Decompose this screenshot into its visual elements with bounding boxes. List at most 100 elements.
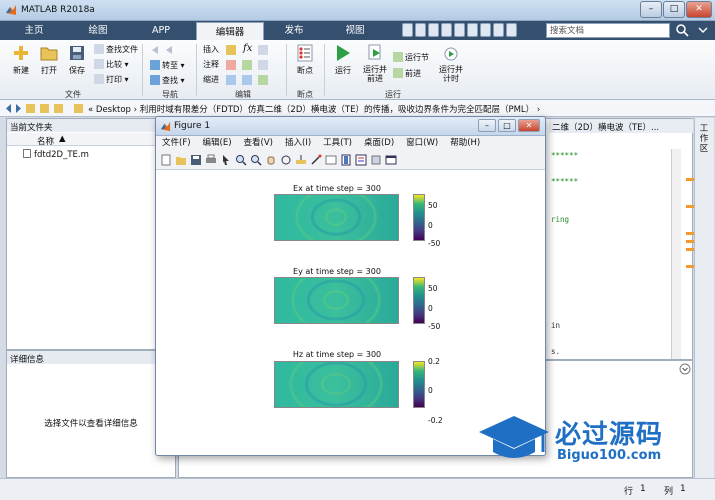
undo-icon[interactable] [454,23,465,37]
panel-menu-icon[interactable] [679,363,691,375]
run-section-button[interactable]: 运行节 [393,52,429,64]
tab-view[interactable]: 视图 [326,21,384,40]
matlab-logo-icon [6,5,16,15]
code-analyzer-marker[interactable] [686,240,694,243]
menu-view[interactable]: 查看(V) [238,136,279,151]
print-button[interactable]: 打印 ▾ [94,74,129,86]
compare-button[interactable]: 比较 ▾ [94,59,129,71]
rotate-3d-icon[interactable] [280,154,292,166]
chevron-down-icon[interactable] [694,22,712,38]
code-analyzer-marker[interactable] [686,232,694,235]
redo-icon[interactable] [467,23,478,37]
hide-tools-icon[interactable] [370,154,382,166]
open-button[interactable]: 打开 [34,44,64,76]
close-button[interactable]: ✕ [686,1,712,18]
new-figure-icon[interactable] [160,154,172,166]
copy-icon[interactable] [428,23,439,37]
fx-button[interactable]: fx [243,43,252,54]
menu-tools[interactable]: 工具(T) [317,136,358,151]
switch-windows-icon[interactable] [480,23,491,37]
address-path[interactable]: « Desktop › 利用时域有限差分（FDTD）仿真二维（2D）横电波（TE… [88,103,540,115]
paste-icon[interactable] [441,23,452,37]
figure-title-bar[interactable]: Figure 1 – □ ✕ [156,117,545,136]
save-label: 保存 [69,66,85,75]
zoom-out-icon[interactable] [250,154,262,166]
figure-close-button[interactable]: ✕ [518,119,540,132]
run-advance-button[interactable]: 运行并前进 [360,44,390,83]
menu-help[interactable]: 帮助(H) [444,136,486,151]
find-button[interactable]: 查找 ▾ [150,75,185,87]
figure-minimize-button[interactable]: – [478,119,496,132]
editor-tab[interactable]: 二维（2D）横电波（TE）... [549,119,693,133]
goto-button[interactable]: 转至 ▾ [150,60,185,72]
figure-window[interactable]: Figure 1 – □ ✕ 文件(F) 编辑(E) 查看(V) 插入(I) 工… [155,116,546,456]
menu-window[interactable]: 窗口(W) [400,136,444,151]
indent-button[interactable]: 缩进 [203,74,219,86]
data-cursor-icon[interactable] [295,154,307,166]
colorbar-tick: 50 [428,201,438,210]
cut-icon[interactable] [415,23,426,37]
nav-history-icons[interactable] [4,103,84,114]
print-figure-icon[interactable] [205,154,217,166]
print-quick-icon[interactable] [506,23,517,37]
dock-figure-icon[interactable] [385,154,397,166]
figure-maximize-button[interactable]: □ [498,119,516,132]
maximize-button[interactable]: □ [663,1,685,18]
field-image-ey[interactable] [274,277,399,324]
tab-publish[interactable]: 发布 [266,21,322,40]
field-image-hz[interactable] [274,361,399,408]
new-label: 新建 [13,66,29,75]
menu-file[interactable]: 文件(F) [156,136,197,151]
minimize-button[interactable]: – [640,1,662,18]
watermark: 必过源码 Biguo100.com [477,410,712,470]
name-column-header[interactable]: 名称 ▲ [7,133,175,147]
comment-label: 注释 [203,60,219,69]
run-advance-label: 运行并前进 [363,65,387,83]
breakpoint-button[interactable]: 断点 [290,44,320,76]
editor-scrollbar[interactable] [671,149,681,359]
field-image-ex[interactable] [274,194,399,241]
code-analyzer-marker[interactable] [686,178,694,181]
tab-editor[interactable]: 编辑器 [196,22,264,40]
legend-toggle-icon[interactable] [355,154,367,166]
code-analyzer-marker[interactable] [686,205,694,208]
search-input[interactable]: 搜索文档 [546,23,670,38]
nav-arrows[interactable] [150,44,180,56]
link-plot-icon[interactable] [325,154,337,166]
help-quick-icon[interactable] [493,23,504,37]
run-time-button[interactable]: 运行并计时 [436,44,466,83]
new-button[interactable]: 新建 [6,44,36,76]
chevron-down-icon: ▾ [122,60,129,69]
save-quick-icon[interactable] [402,23,413,37]
insert-button[interactable]: 插入 [203,44,219,56]
find-file-button[interactable]: 查找文件 [94,44,138,56]
menu-desktop[interactable]: 桌面(D) [358,136,400,151]
find-label: 查找 [162,76,178,85]
plot-title: Hz at time step = 300 [292,350,382,359]
brush-icon[interactable] [310,154,322,166]
code-analyzer-marker[interactable] [686,248,694,251]
row-label: 行 [624,487,634,497]
code-analyzer-marker[interactable] [686,265,694,268]
plot-title: Ex at time step = 300 [293,184,381,193]
menu-edit[interactable]: 编辑(E) [197,136,238,151]
comment-button[interactable]: 注释 [203,59,219,71]
tab-apps[interactable]: APP [132,21,190,40]
advance-button[interactable]: 前进 [393,68,421,80]
save-figure-icon[interactable] [190,154,202,166]
colorbar-toggle-icon[interactable] [340,154,352,166]
pointer-icon[interactable] [220,154,232,166]
open-file-icon[interactable] [175,154,187,166]
pan-hand-icon[interactable] [265,154,277,166]
tab-plots[interactable]: 绘图 [66,21,130,40]
menu-insert[interactable]: 插入(I) [279,136,317,151]
file-list-item[interactable]: fdtd2D_TE.m [23,149,89,160]
run-button[interactable]: 运行 [328,44,358,76]
find-file-label: 查找文件 [106,45,138,54]
tab-home[interactable]: 主页 [4,21,64,40]
zoom-in-icon[interactable] [235,154,247,166]
save-button[interactable]: 保存 [62,44,92,76]
search-icon[interactable] [674,23,690,38]
find-magnifier-icon [150,75,160,85]
advance-icon [393,68,403,78]
